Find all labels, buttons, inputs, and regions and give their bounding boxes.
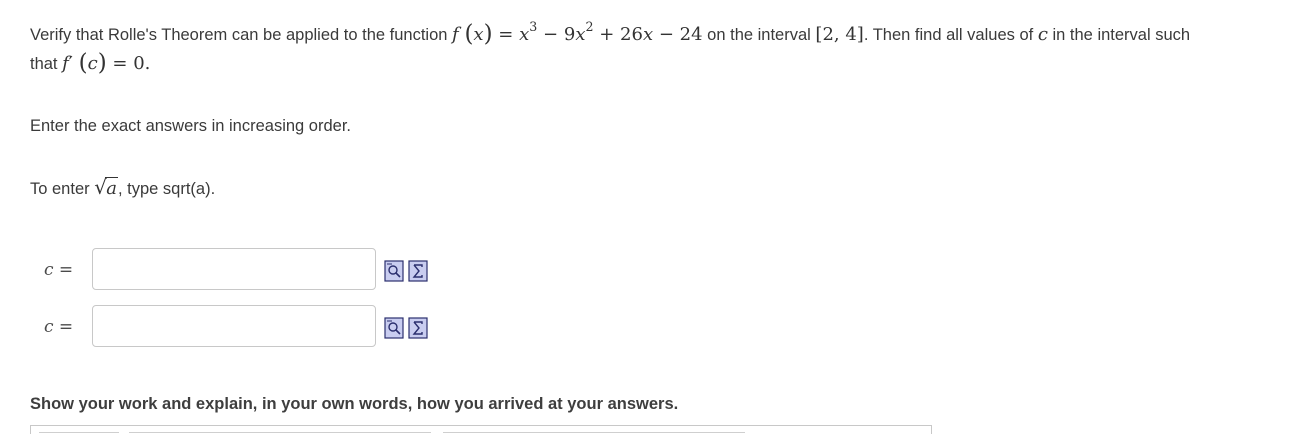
work-editor[interactable] [30,425,932,434]
answer-label-1: c = [44,260,74,280]
question-text: Verify that Rolle's Theorem can be appli… [30,20,1290,78]
answer-input-2[interactable] [92,305,376,347]
work-heading: Show your work and explain, in your own … [30,395,679,413]
question-line2-prefix: that [30,55,58,73]
derivative-expression: f′ (c) = 0. [62,50,151,76]
answer-label-2: c = [44,317,74,337]
sqrt-symbol: √ a [94,175,118,199]
interval-expression: [2, 4] [815,24,864,45]
c-variable: c [1037,24,1048,45]
question-mid: on the interval [707,26,811,44]
function-expression: f (x) = x3 − 9x2 + 26x − 24 [452,19,703,47]
question-after-c: in the interval such [1052,26,1191,44]
hint-suffix: , type sqrt(a). [117,180,216,198]
question-intro: Verify that Rolle's Theorem can be appli… [30,26,448,44]
preview-icon[interactable] [384,260,404,282]
answer-input-1[interactable] [92,248,376,290]
hint-prefix: To enter [30,180,90,198]
sigma-icon[interactable] [408,260,428,282]
instruction-text: Enter the exact answers in increasing or… [30,117,352,135]
sigma-icon[interactable] [408,317,428,339]
sqrt-hint: To enter √ a, type sqrt(a). [30,175,216,199]
question-after-interval: . Then find all values of [863,26,1034,44]
preview-icon[interactable] [384,317,404,339]
